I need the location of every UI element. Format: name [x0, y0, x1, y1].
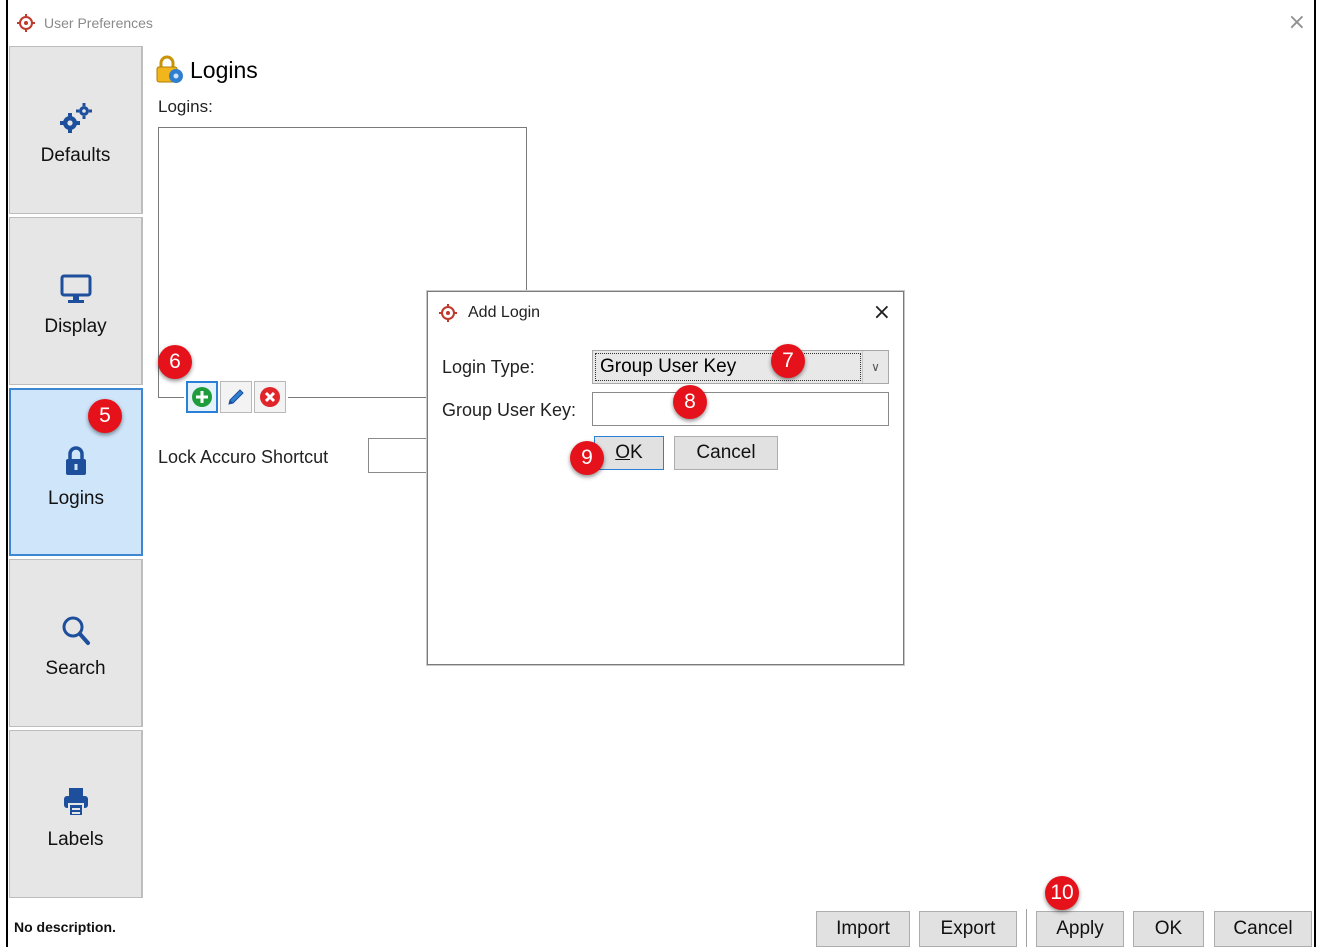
logins-toolbar	[184, 381, 288, 413]
sidebar-item-search[interactable]: Search	[9, 559, 143, 727]
add-login-dialog: Add Login × Login Type: Group User Key ∨…	[427, 291, 904, 665]
add-login-button[interactable]	[186, 381, 218, 413]
dialog-title: Add Login	[468, 304, 541, 321]
sidebar-item-defaults[interactable]: Defaults	[9, 46, 143, 214]
sidebar-item-labels[interactable]: Labels	[9, 730, 143, 898]
sidebar-item-label: Display	[44, 316, 107, 337]
step-badge-5: 5	[88, 399, 122, 433]
chevron-down-icon[interactable]: ∨	[862, 351, 888, 383]
dialog-cancel-button[interactable]: Cancel	[674, 436, 778, 470]
user-preferences-window: User Preferences × Defaults Display Logi…	[6, 0, 1316, 947]
export-button[interactable]: Export	[919, 911, 1017, 947]
step-badge-9: 9	[570, 441, 604, 475]
accuro-target-icon	[439, 304, 457, 322]
logins-list-label: Logins:	[158, 97, 213, 116]
login-type-value: Group User Key	[595, 353, 861, 381]
remove-login-button[interactable]	[254, 381, 286, 413]
section-title: Logins	[190, 56, 258, 83]
lock-shortcut-label: Lock Accuro Shortcut	[158, 447, 329, 467]
login-type-select[interactable]: Group User Key ∨	[592, 350, 889, 384]
page-title: Logins	[154, 55, 258, 85]
preferences-sidebar: Defaults Display Logins Search Labels	[9, 46, 143, 902]
login-type-label: Login Type:	[442, 357, 535, 377]
add-icon	[192, 387, 212, 407]
remove-icon	[260, 387, 280, 407]
title-bar: User Preferences ×	[8, 0, 1314, 46]
sidebar-item-logins[interactable]: Logins	[9, 388, 143, 556]
accuro-target-icon	[17, 14, 35, 32]
footer-divider	[1026, 909, 1027, 947]
apply-button[interactable]: Apply	[1036, 911, 1124, 947]
ok-label-rest: K	[630, 442, 643, 463]
printer-icon	[63, 788, 88, 817]
monitor-icon	[60, 274, 91, 303]
lock-shortcut-input[interactable]	[368, 438, 430, 473]
cancel-button[interactable]: Cancel	[1214, 911, 1312, 947]
gears-icon	[59, 103, 92, 133]
import-button[interactable]: Import	[816, 911, 910, 947]
edit-login-button[interactable]	[220, 381, 252, 413]
step-badge-7: 7	[771, 344, 805, 378]
sidebar-item-label: Defaults	[40, 145, 111, 166]
group-user-key-label: Group User Key:	[442, 400, 577, 420]
logins-lock-icon	[156, 55, 183, 83]
step-badge-10: 10	[1045, 876, 1079, 910]
sidebar-item-label: Labels	[47, 829, 104, 850]
sidebar-item-label: Logins	[48, 488, 104, 509]
status-text: No description.	[14, 919, 116, 935]
step-badge-8: 8	[673, 385, 707, 419]
dialog-ok-button[interactable]: OK	[594, 436, 664, 470]
lock-icon	[66, 446, 86, 475]
group-user-key-input[interactable]	[592, 392, 889, 426]
ok-button[interactable]: OK	[1133, 911, 1204, 947]
pencil-icon	[228, 389, 244, 405]
step-badge-6: 6	[158, 345, 192, 379]
window-title: User Preferences	[44, 15, 153, 31]
close-icon[interactable]: ×	[1288, 10, 1306, 36]
sidebar-item-display[interactable]: Display	[9, 217, 143, 385]
sidebar-item-label: Search	[45, 658, 106, 679]
magnifier-icon	[62, 616, 90, 645]
dialog-close-icon[interactable]: ×	[873, 300, 891, 325]
ok-mnemonic: O	[615, 442, 631, 463]
